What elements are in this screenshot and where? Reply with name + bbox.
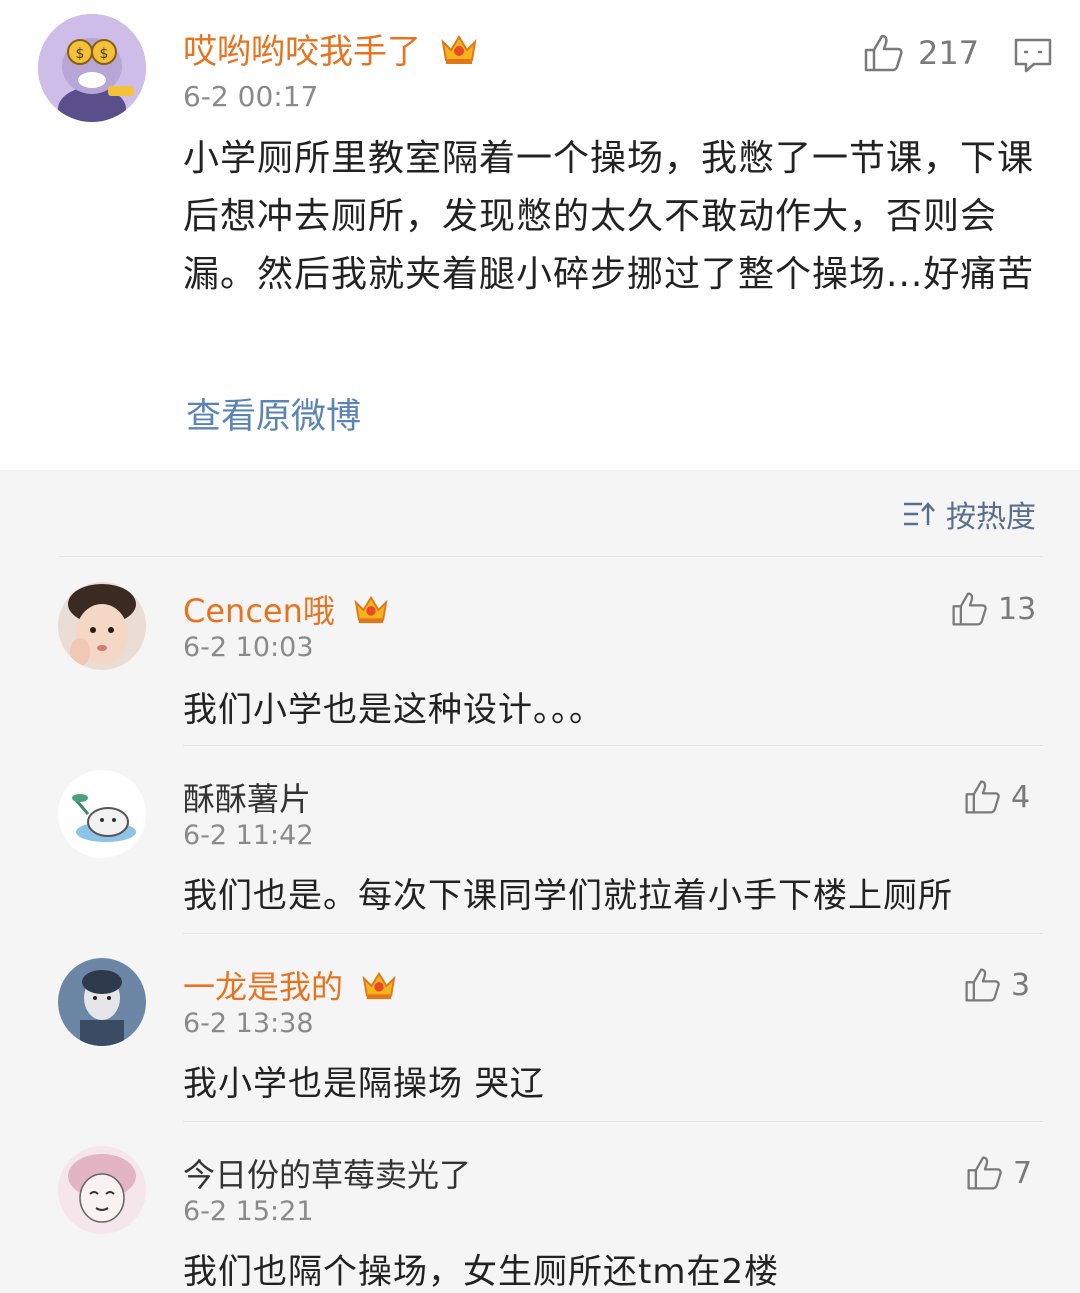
main-like-count: 217	[918, 34, 980, 72]
thumbs-up-icon	[952, 592, 987, 626]
comment-like-count: 3	[1011, 967, 1031, 1003]
thumbs-up-icon	[864, 34, 903, 72]
comment-like-count: 4	[1011, 779, 1031, 815]
comment-like-button[interactable]: 3	[963, 966, 1030, 1004]
comment-author[interactable]: 今日份的草莓卖光了	[183, 1150, 471, 1196]
thumbs-up-icon	[965, 968, 1000, 1002]
divider	[58, 556, 1043, 557]
comment-author[interactable]: 酥酥薯片	[183, 774, 311, 820]
comment-author[interactable]: 一龙是我的	[183, 962, 397, 1009]
comment-like-button[interactable]: 13	[950, 590, 1036, 628]
comment-timestamp: 6-2 10:03	[183, 632, 314, 663]
main-author[interactable]: 哎哟哟咬我手了	[183, 24, 478, 75]
divider	[183, 1121, 1043, 1122]
comment-icon[interactable]	[1014, 38, 1052, 78]
view-original-link[interactable]: 查看原微博	[186, 388, 361, 439]
sort-label: 按热度	[946, 500, 1036, 535]
comment-author-label[interactable]: Cencen哦	[183, 592, 335, 630]
sort-by-heat-button[interactable]: 按热度	[902, 492, 1036, 536]
comment-author-label[interactable]: 一龙是我的	[183, 968, 343, 1006]
thumbs-up-icon	[965, 780, 1000, 814]
comment-text: 我小学也是隔操场 哭辽	[183, 1064, 545, 1104]
comment-item: 今日份的草莓卖光了 6-2 15:21 我们也隔个操场，女生厕所还tm在2楼 7	[0, 1134, 1080, 1292]
comment-like-button[interactable]: 4	[963, 778, 1030, 816]
vip-crown-icon	[361, 969, 397, 1009]
comment-timestamp: 6-2 13:38	[183, 1008, 314, 1039]
main-post-text: 小学厕所里教室隔着一个操场，我憋了一节课，下课后想冲去厕所，发现憋的太久不敢动作…	[183, 138, 1035, 295]
thumbs-up-icon	[967, 1156, 1002, 1190]
comment-text: 我们小学也是这种设计。。。	[183, 690, 604, 730]
divider	[183, 745, 1043, 746]
comment-timestamp: 6-2 15:21	[183, 1196, 314, 1227]
sort-icon	[904, 502, 935, 526]
comment-item: Cencen哦 6-2 10:03 我们小学也是这种设计。。。 13	[0, 570, 1080, 745]
comment-timestamp: 6-2 11:42	[183, 820, 314, 851]
avatar[interactable]	[58, 770, 146, 858]
main-post: $ $ 哎哟哟咬我手了 6-2 00:17 217 小学厕所里教室隔着一个操场，…	[0, 0, 1080, 470]
comment-author[interactable]: Cencen哦	[183, 586, 389, 633]
comment-like-count: 7	[1013, 1155, 1033, 1191]
main-avatar[interactable]: $ $	[38, 14, 146, 122]
comment-like-button[interactable]: 7	[965, 1154, 1032, 1192]
main-timestamp: 6-2 00:17	[183, 80, 319, 113]
divider	[183, 933, 1043, 934]
vip-crown-icon	[440, 32, 478, 75]
vip-crown-icon	[353, 593, 389, 633]
main-author-label[interactable]: 哎哟哟咬我手了	[183, 32, 421, 72]
comment-text: 我们也是。每次下课同学们就拉着小手下楼上厕所	[183, 876, 953, 916]
main-like-button[interactable]: 217	[862, 32, 979, 74]
comment-text: 我们也隔个操场，女生厕所还tm在2楼	[183, 1252, 780, 1292]
avatar[interactable]	[58, 1146, 146, 1234]
avatar[interactable]	[58, 958, 146, 1046]
avatar[interactable]	[58, 582, 146, 670]
comment-item: 酥酥薯片 6-2 11:42 我们也是。每次下课同学们就拉着小手下楼上厕所 4	[0, 758, 1080, 933]
comment-like-count: 13	[998, 591, 1037, 627]
svg-text:$: $	[76, 46, 85, 62]
svg-text:$: $	[100, 46, 109, 62]
comment-item: 一龙是我的 6-2 13:38 我小学也是隔操场 哭辽 3	[0, 946, 1080, 1121]
